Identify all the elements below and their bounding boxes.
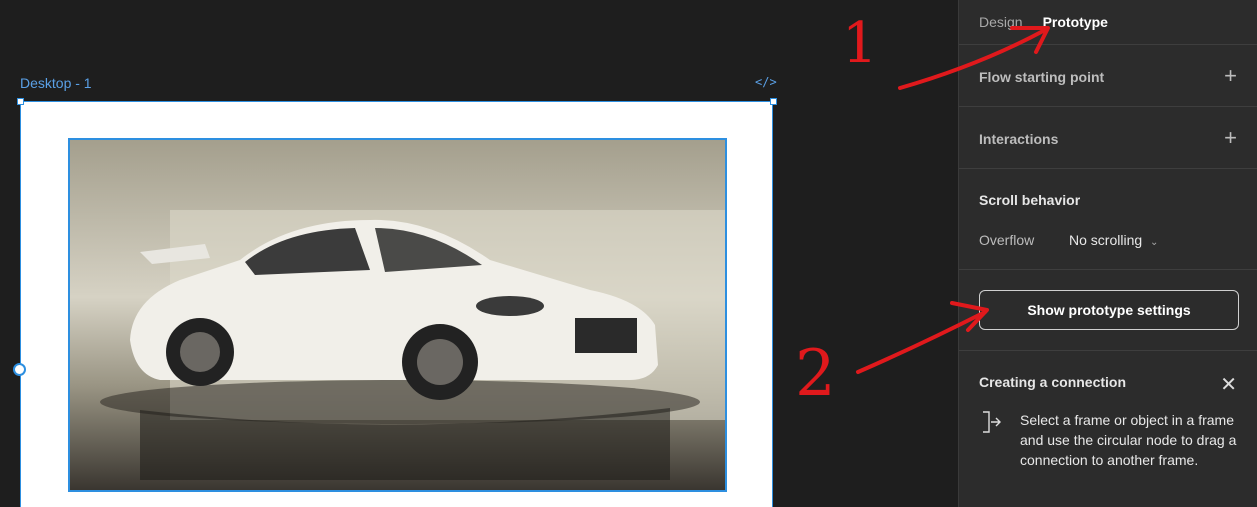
show-prototype-settings-button[interactable]: Show prototype settings: [979, 290, 1239, 330]
connection-node[interactable]: [13, 363, 26, 376]
tab-design[interactable]: Design: [979, 14, 1023, 30]
overflow-label: Overflow: [979, 232, 1035, 248]
interactions-label: Interactions: [979, 131, 1059, 147]
settings-divider: [959, 350, 1257, 351]
properties-panel: Design Prototype Flow starting point + I…: [958, 0, 1257, 507]
panel-tabs: Design Prototype: [959, 0, 1257, 45]
creating-connection-title: Creating a connection: [979, 374, 1127, 390]
flow-starting-point-label: Flow starting point: [979, 69, 1105, 85]
overflow-select[interactable]: No scrolling ⌄: [1069, 232, 1158, 248]
resize-handle-top-right[interactable]: [770, 98, 777, 105]
scroll-behavior-title: Scroll behavior: [979, 192, 1081, 208]
add-interaction-plus-icon[interactable]: +: [1224, 127, 1237, 149]
frame-label[interactable]: Desktop - 1: [20, 75, 92, 91]
creating-connection-description: Select a frame or object in a frame and …: [1020, 412, 1237, 468]
add-flow-plus-icon[interactable]: +: [1224, 65, 1237, 87]
canvas[interactable]: Desktop - 1 </>: [0, 0, 958, 507]
chevron-down-icon: ⌄: [1150, 237, 1159, 248]
close-icon[interactable]: ✕: [1220, 372, 1237, 397]
resize-handle-top-left[interactable]: [17, 98, 24, 105]
car-illustration: [100, 210, 725, 480]
interactions-section: Interactions +: [959, 107, 1257, 169]
scroll-behavior-section: Scroll behavior Overflow No scrolling ⌄: [959, 169, 1257, 270]
tab-prototype[interactable]: Prototype: [1043, 14, 1108, 30]
code-icon[interactable]: </>: [755, 75, 777, 89]
car-image[interactable]: [68, 138, 727, 492]
connection-icon: [983, 411, 1001, 433]
flow-starting-point-section: Flow starting point +: [959, 45, 1257, 107]
overflow-value: No scrolling: [1069, 232, 1143, 248]
